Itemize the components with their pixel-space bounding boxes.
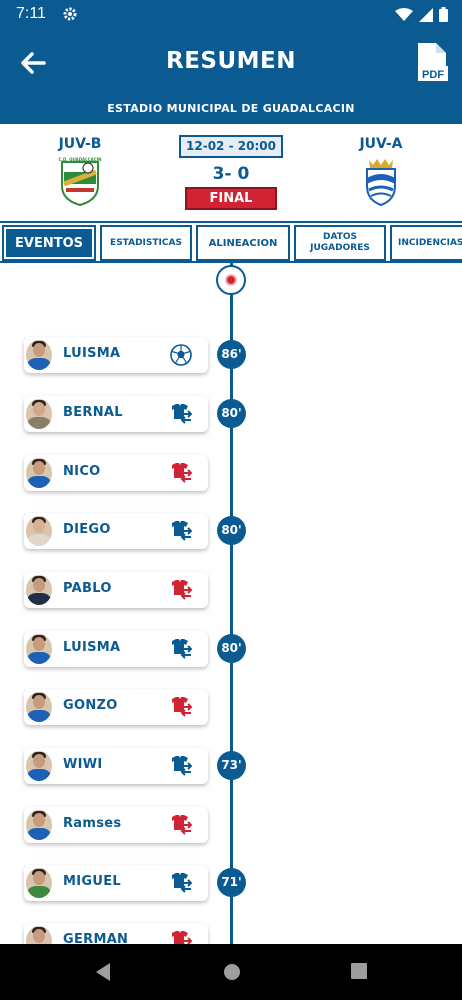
avatar	[26, 399, 52, 429]
avatar	[26, 575, 52, 605]
event-row[interactable]: Ramses	[24, 807, 208, 843]
match-datetime: 12-02 - 20:00	[179, 135, 283, 158]
event-row[interactable]: PABLO	[24, 572, 208, 608]
player-name: DIEGO	[63, 522, 111, 537]
player-name: NICO	[63, 464, 101, 479]
avatar	[26, 926, 52, 944]
match-status-badge: FINAL	[185, 187, 277, 210]
away-team-crest-icon	[359, 156, 403, 207]
player-name: LUISMA	[63, 640, 121, 655]
home-team-name: JUV-B	[58, 136, 102, 152]
event-row[interactable]: DIEGO	[24, 513, 208, 549]
event-row[interactable]: GONZO	[24, 689, 208, 725]
substitution-in-icon	[170, 872, 193, 894]
substitution-out-icon	[170, 696, 193, 718]
substitution-in-icon	[170, 755, 193, 777]
svg-text:C.D. GUADALCACIN: C.D. GUADALCACIN	[59, 157, 102, 162]
avatar	[26, 868, 52, 898]
player-name: GERMAN	[63, 932, 129, 944]
wifi-icon	[395, 7, 413, 26]
player-name: BERNAL	[63, 405, 123, 420]
event-minute: 80'	[217, 399, 246, 428]
event-minute: 71'	[217, 868, 246, 897]
event-row[interactable]: MIGUEL	[24, 865, 208, 901]
system-nav-bar	[0, 944, 462, 1000]
event-row[interactable]: LUISMA	[24, 337, 208, 373]
substitution-out-icon	[170, 579, 193, 601]
event-row[interactable]: NICO	[24, 455, 208, 491]
tab-eventos[interactable]: EVENTOS	[2, 225, 96, 261]
kickoff-whistle-icon	[216, 265, 246, 295]
event-row[interactable]: LUISMA	[24, 631, 208, 667]
pdf-icon[interactable]: PDF	[416, 42, 450, 86]
player-name: WIWI	[63, 757, 103, 772]
tab-incidencias[interactable]: INCIDENCIAS	[390, 225, 462, 261]
app-header: RESUMEN PDF ESTADIO MUNICIPAL DE GUADALC…	[0, 30, 462, 124]
event-minute: 73'	[217, 751, 246, 780]
stadium-name: ESTADIO MUNICIPAL DE GUADALCACIN	[107, 102, 355, 115]
substitution-out-icon	[170, 814, 193, 836]
substitution-in-icon	[170, 520, 193, 542]
avatar	[26, 458, 52, 488]
event-row[interactable]: GERMAN	[24, 923, 208, 944]
event-row[interactable]: BERNAL	[24, 396, 208, 432]
soccer-ball-icon	[170, 344, 192, 366]
tab-alineacion[interactable]: ALINEACION	[196, 225, 290, 261]
match-score: 3- 0	[212, 164, 250, 184]
substitution-out-icon	[170, 462, 193, 484]
nav-home-icon[interactable]	[222, 962, 242, 986]
home-team-crest-icon: C.D. GUADALCACIN	[58, 156, 102, 207]
gear-icon	[62, 6, 78, 26]
away-team-name: JUV-A	[359, 136, 403, 152]
battery-icon	[439, 7, 448, 26]
tab-estadisticas[interactable]: ESTADISTICAS	[100, 225, 192, 261]
player-name: PABLO	[63, 581, 112, 596]
home-team: JUV-B C.D. GUADALCACIN	[50, 136, 110, 207]
event-minute: 80'	[217, 516, 246, 545]
tab-datos-jugadores[interactable]: DATOS JUGADORES	[294, 225, 386, 261]
signal-icon	[419, 7, 433, 26]
player-name: Ramses	[63, 816, 122, 831]
substitution-out-icon	[170, 930, 193, 944]
avatar	[26, 634, 52, 664]
avatar	[26, 340, 52, 370]
avatar	[26, 751, 52, 781]
player-name: LUISMA	[63, 346, 121, 361]
match-summary: JUV-B C.D. GUADALCACIN 12-02 - 20:00 3- …	[0, 124, 462, 220]
page-title: RESUMEN	[165, 48, 296, 74]
tab-bar: EVENTOS ESTADISTICAS ALINEACION DATOS JU…	[0, 221, 462, 263]
avatar	[26, 516, 52, 546]
player-name: MIGUEL	[63, 874, 121, 889]
player-name: GONZO	[63, 698, 118, 713]
substitution-in-icon	[170, 638, 193, 660]
events-timeline: LUISMA 86' BERNAL 80' NICO DIEGO 80' PAB…	[0, 263, 462, 944]
status-time: 7:11	[16, 5, 46, 22]
nav-recents-icon[interactable]	[350, 962, 368, 984]
away-team: JUV-A	[351, 136, 411, 207]
event-minute: 80'	[217, 634, 246, 663]
substitution-in-icon	[170, 403, 193, 425]
event-row[interactable]: WIWI	[24, 748, 208, 784]
avatar	[26, 692, 52, 722]
avatar	[26, 810, 52, 840]
status-bar: 7:11	[0, 0, 462, 30]
nav-back-icon[interactable]	[94, 962, 112, 986]
event-minute: 86'	[217, 340, 246, 369]
pdf-label: PDF	[422, 69, 444, 81]
